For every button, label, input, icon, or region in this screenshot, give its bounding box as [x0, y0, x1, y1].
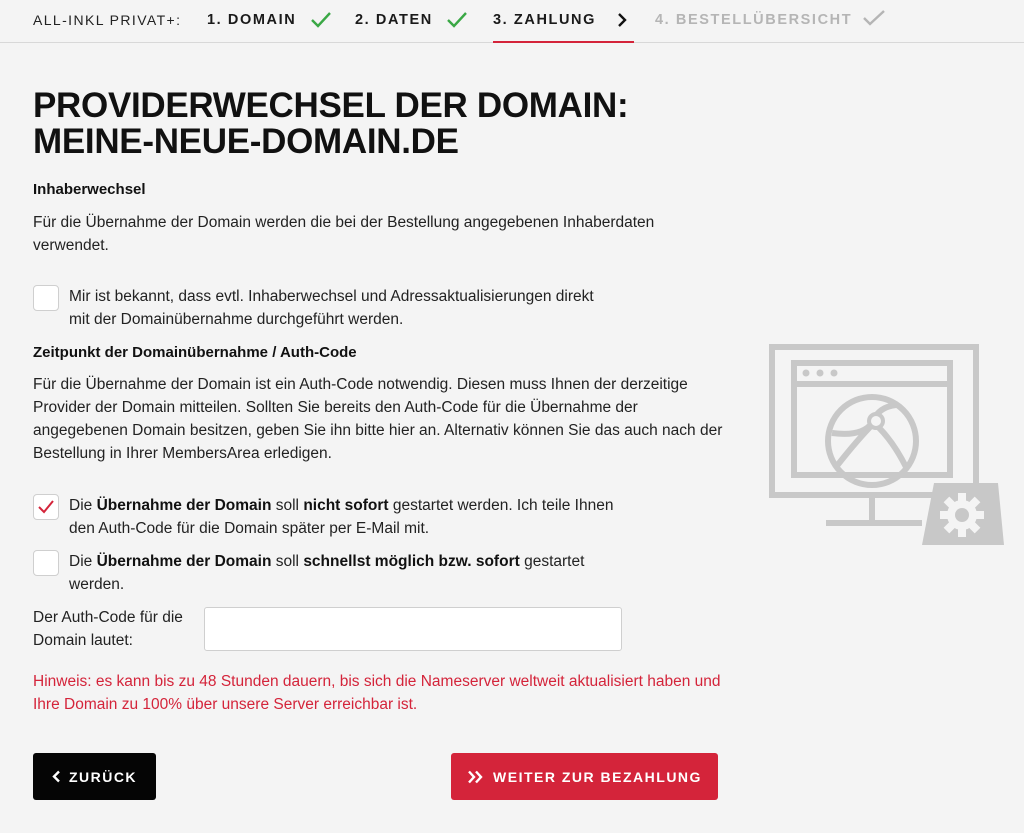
nameserver-hint: Hinweis: es kann bis zu 48 Stunden dauer…	[33, 673, 721, 713]
page-title: PROVIDERWECHSEL DER DOMAIN: MEINE-NEUE-D…	[33, 88, 713, 160]
label-text: Die	[69, 497, 97, 514]
owner-text: Für die Übernahme der Domain werden die …	[33, 214, 655, 254]
step-daten[interactable]: 2. DATEN	[355, 11, 468, 42]
monitor-globe-gear-icon	[769, 344, 1004, 545]
chevron-left-icon	[52, 770, 60, 783]
label-text: soll	[271, 497, 304, 514]
transfer-later-option[interactable]: Die Übernahme der Domain soll nicht sofo…	[33, 494, 693, 542]
transfer-now-option[interactable]: Die Übernahme der Domain soll schnellst …	[33, 550, 693, 598]
back-button-label: ZURÜCK	[68, 768, 138, 785]
check-icon	[311, 12, 331, 28]
back-button[interactable]: ZURÜCK	[33, 753, 156, 800]
authcode-field-label: Der Auth-Code für die Domain lautet:	[33, 606, 203, 652]
chevron-right-icon	[618, 13, 627, 27]
transfer-now-checkbox[interactable]	[33, 550, 59, 576]
product-label: ALL-INKL PRIVAT+:	[33, 12, 182, 28]
label-line: Domain lautet:	[33, 632, 133, 649]
label-bold: Übernahme der Domain	[96, 497, 272, 514]
check-icon	[447, 12, 468, 28]
check-icon	[38, 500, 54, 514]
label-text: den Auth-Code für die Domain später per …	[69, 520, 430, 537]
label-bold: Übernahme der Domain	[96, 553, 272, 570]
step-label: 3. ZAHLUNG	[493, 12, 596, 28]
authcode-input[interactable]	[204, 607, 622, 651]
label-text: gestartet werden. Ich teile Ihnen	[388, 497, 614, 514]
owner-confirm-row[interactable]: Mir ist bekannt, dass evtl. Inhaberwechs…	[33, 285, 693, 333]
step-label: 1. DOMAIN	[207, 12, 297, 28]
label-text: gestartet	[519, 553, 585, 570]
transfer-later-label: Die Übernahme der Domain soll nicht sofo…	[69, 494, 669, 540]
step-bestelluebersicht: 4. BESTELLÜBERSICHT	[655, 11, 852, 42]
page-title-line1: PROVIDERWECHSEL DER DOMAIN:	[33, 86, 629, 125]
label-text: werden.	[69, 576, 125, 593]
check-icon	[863, 10, 885, 26]
label-line: Mir ist bekannt, dass evtl. Inhaberwechs…	[69, 288, 594, 305]
step-label: 4. BESTELLÜBERSICHT	[655, 12, 853, 28]
transfer-now-label: Die Übernahme der Domain soll schnellst …	[69, 550, 669, 596]
double-chevron-right-icon	[468, 770, 483, 783]
authcode-heading: Zeitpunkt der Domainübernahme / Auth-Cod…	[33, 344, 357, 361]
step-label: 2. DATEN	[355, 12, 433, 28]
label-line: mit der Domainübernahme durchgeführt wer…	[69, 311, 404, 328]
owner-confirm-checkbox[interactable]	[33, 285, 59, 311]
page-title-domain: MEINE-NEUE-DOMAIN.DE	[33, 122, 459, 161]
continue-to-payment-button[interactable]: WEITER ZUR BEZAHLUNG	[451, 753, 718, 800]
label-bold: nicht sofort	[303, 497, 389, 514]
continue-button-label: WEITER ZUR BEZAHLUNG	[493, 768, 702, 785]
owner-confirm-label: Mir ist bekannt, dass evtl. Inhaberwechs…	[69, 285, 669, 331]
step-domain[interactable]: 1. DOMAIN	[207, 11, 332, 42]
owner-heading: Inhaberwechsel	[33, 181, 146, 198]
checkout-stepbar: ALL-INKL PRIVAT+: 1. DOMAIN 2. DATEN 3. …	[0, 0, 1024, 43]
label-bold: schnellst möglich bzw. sofort	[303, 553, 520, 570]
authcode-text: Für die Übernahme der Domain ist ein Aut…	[33, 376, 723, 462]
step-zahlung: 3. ZAHLUNG	[493, 11, 634, 43]
label-text: soll	[271, 553, 304, 570]
label-line: Der Auth-Code für die	[33, 609, 183, 626]
transfer-later-checkbox[interactable]	[33, 494, 59, 520]
label-text: Die	[69, 553, 97, 570]
